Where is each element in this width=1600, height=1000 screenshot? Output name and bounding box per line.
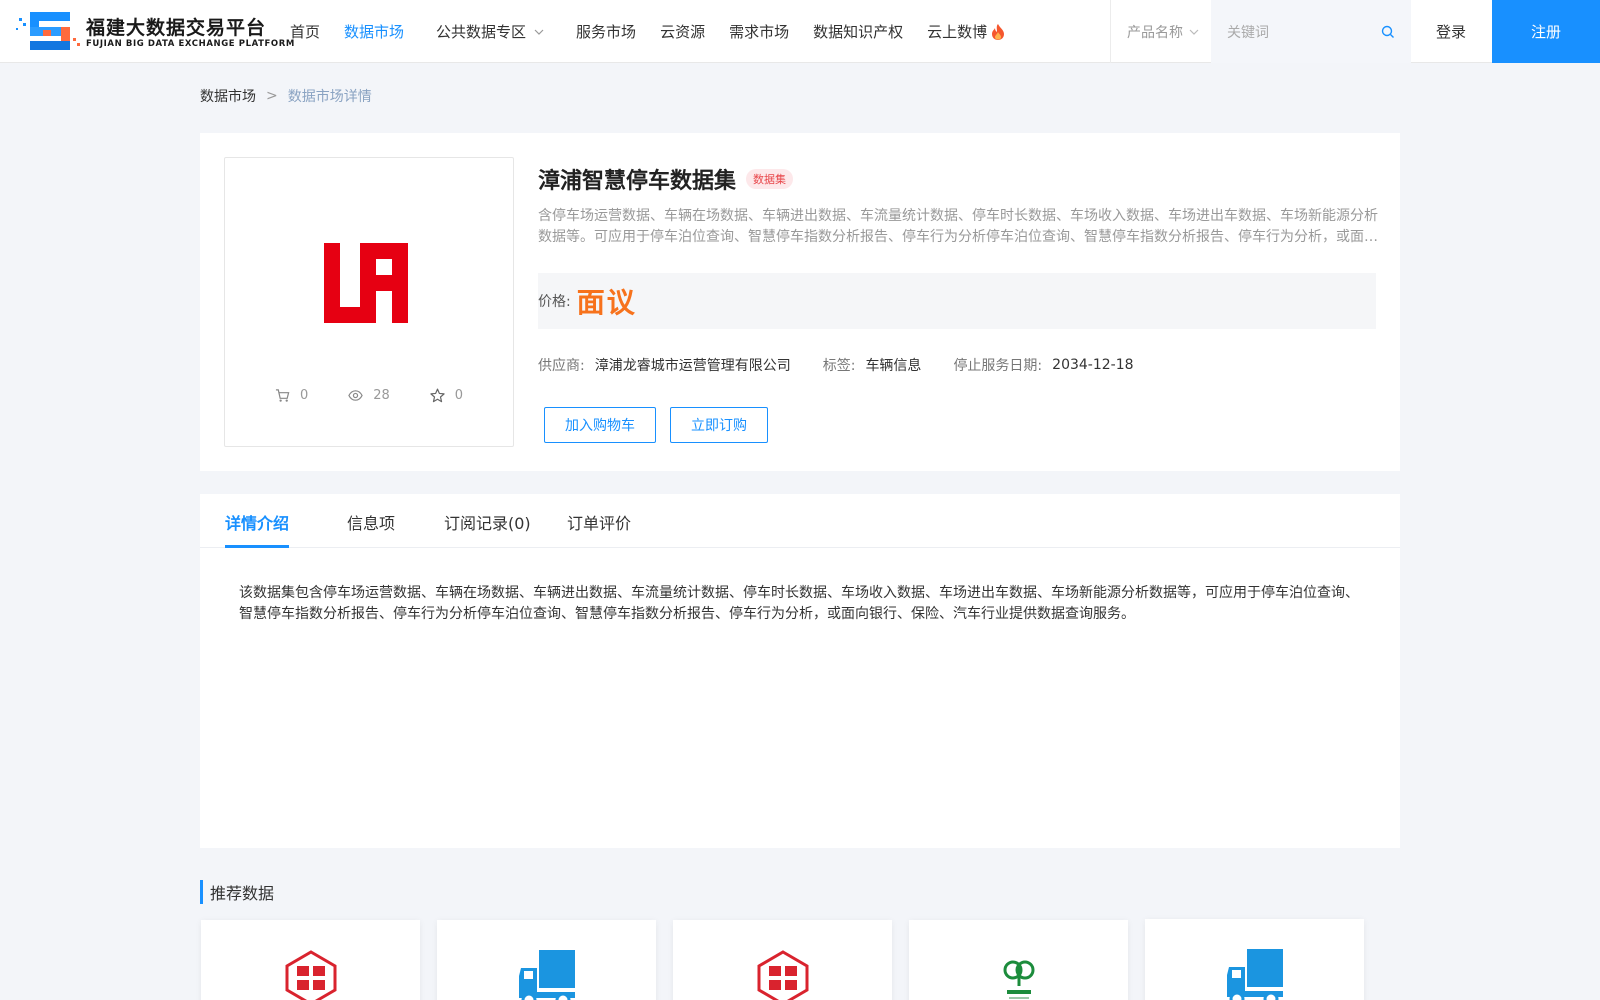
logo-title-cn: 福建大数据交易平台 bbox=[86, 17, 267, 39]
search-box bbox=[1211, 0, 1411, 63]
favorite-count: 0 bbox=[454, 388, 463, 403]
red-seal-logo-icon bbox=[757, 950, 808, 1000]
nav-home[interactable]: 首页 bbox=[290, 21, 320, 42]
recommend-card[interactable] bbox=[1145, 919, 1364, 1000]
eye-icon bbox=[348, 390, 363, 401]
breadcrumb-separator: > bbox=[266, 88, 278, 104]
nav-cloud-resource[interactable]: 云资源 bbox=[660, 21, 705, 42]
cart-count: 0 bbox=[299, 388, 309, 403]
tag-value: 车辆信息 bbox=[865, 358, 922, 374]
register-button[interactable]: 注册 bbox=[1492, 0, 1600, 63]
star-icon bbox=[430, 388, 445, 403]
supplier-value: 漳浦龙睿城市运营管理有限公司 bbox=[594, 358, 791, 374]
blue-truck-icon bbox=[1226, 949, 1283, 1000]
site-logo[interactable]: 福建大数据交易平台 FUJIAN BIG DATA EXCHANGE PLATF… bbox=[16, 8, 294, 54]
nav-data-market-label: 数据市场 bbox=[344, 23, 405, 41]
product-description: 含停车场运营数据、车辆在场数据、车辆进出数据、车流量统计数据、停车时长数据、车场… bbox=[538, 208, 1378, 245]
recommend-card[interactable] bbox=[909, 920, 1128, 1000]
nav-data-market[interactable]: 数据市场 bbox=[344, 21, 404, 42]
price-label: 价格: bbox=[538, 294, 571, 310]
nav-data-ip[interactable]: 数据知识产权 bbox=[813, 21, 903, 42]
search-area: 产品名称 bbox=[1110, 0, 1411, 63]
favorite-stat[interactable]: 0 bbox=[430, 388, 463, 403]
active-tab-indicator bbox=[225, 545, 289, 548]
detail-tabs: 详情介绍 信息项 订阅记录(0) 订单评价 bbox=[200, 494, 1400, 548]
nav-public-data-label: 公共数据专区 bbox=[436, 23, 527, 41]
nav-home-label: 首页 bbox=[290, 23, 321, 41]
product-stats: 0 28 0 bbox=[225, 388, 513, 403]
price-value: 面议 bbox=[576, 286, 637, 319]
nav-cloud-expo[interactable]: 云上数博 bbox=[927, 21, 1005, 42]
tab-subscriptions[interactable]: 订阅记录(0) bbox=[444, 510, 531, 534]
chevron-down-icon bbox=[534, 29, 544, 35]
cart-stat: 0 bbox=[275, 388, 308, 403]
tab-detail[interactable]: 详情介绍 bbox=[225, 510, 289, 534]
search-category-label: 产品名称 bbox=[1127, 24, 1183, 41]
recommend-title: 推荐数据 bbox=[200, 880, 274, 904]
blue-truck-icon bbox=[518, 950, 575, 1000]
main-nav: 首页 数据市场 公共数据专区 服务市场 云资源 需求市场 数据知识产权 云上数博 bbox=[290, 0, 1029, 63]
detail-card: 详情介绍 信息项 订阅记录(0) 订单评价 该数据集包含停车场运营数据、车辆在场… bbox=[200, 494, 1400, 848]
search-category-select[interactable]: 产品名称 bbox=[1111, 0, 1211, 63]
product-type-badge: 数据集 bbox=[746, 169, 794, 189]
product-meta: 供应商: 漳浦龙睿城市运营管理有限公司 标签: 车辆信息 停止服务日期: 203… bbox=[538, 355, 1166, 375]
cart-icon bbox=[275, 389, 290, 402]
tab-order-reviews[interactable]: 订单评价 bbox=[567, 510, 631, 534]
chevron-down-icon bbox=[1189, 29, 1199, 35]
nav-cloud-expo-label: 云上数博 bbox=[927, 23, 988, 41]
view-count: 28 bbox=[373, 388, 390, 403]
red-seal-logo-icon bbox=[285, 950, 336, 1000]
nav-data-ip-label: 数据知识产权 bbox=[813, 23, 904, 41]
order-now-button[interactable]: 立即订购 bbox=[670, 407, 768, 443]
logo-mark-icon bbox=[16, 12, 80, 50]
nav-service-market[interactable]: 服务市场 bbox=[576, 21, 636, 42]
action-buttons: 加入购物车 立即订购 bbox=[544, 407, 768, 443]
nav-service-market-label: 服务市场 bbox=[576, 23, 637, 41]
tab-info-items[interactable]: 信息项 bbox=[347, 510, 395, 534]
stop-date-label: 停止服务日期: bbox=[953, 358, 1043, 374]
recommend-card[interactable] bbox=[437, 920, 656, 1000]
view-stat: 28 bbox=[348, 388, 390, 403]
nav-public-data[interactable]: 公共数据专区 bbox=[436, 21, 544, 42]
add-to-cart-button[interactable]: 加入购物车 bbox=[544, 407, 656, 443]
fire-icon bbox=[992, 23, 1005, 40]
product-card: 0 28 0 漳浦智慧停车数据集 数据集 含停车场运营数据、车辆在场数据、车辆进… bbox=[200, 133, 1400, 471]
supplier-label: 供应商: bbox=[538, 358, 585, 374]
login-button[interactable]: 登录 bbox=[1410, 0, 1492, 63]
logo-title-en: FUJIAN BIG DATA EXCHANGE PLATFORM bbox=[86, 39, 295, 49]
price-row: 价格: 面议 bbox=[538, 273, 1376, 329]
top-header: 福建大数据交易平台 FUJIAN BIG DATA EXCHANGE PLATF… bbox=[0, 0, 1600, 63]
nav-cloud-resource-label: 云资源 bbox=[660, 23, 706, 41]
product-title: 漳浦智慧停车数据集 bbox=[538, 169, 737, 194]
recommend-card[interactable] bbox=[673, 920, 892, 1000]
supplier-logo-icon bbox=[324, 243, 408, 323]
nav-demand-market[interactable]: 需求市场 bbox=[729, 21, 789, 42]
recommend-card[interactable] bbox=[201, 920, 420, 1000]
nav-demand-market-label: 需求市场 bbox=[729, 23, 790, 41]
breadcrumb-current: 数据市场详情 bbox=[287, 89, 372, 105]
search-input[interactable] bbox=[1227, 23, 1377, 40]
detail-description: 该数据集包含停车场运营数据、车辆在场数据、车辆进出数据、车流量统计数据、停车时长… bbox=[239, 585, 1359, 622]
search-icon[interactable] bbox=[1381, 25, 1395, 39]
breadcrumb: 数据市场 > 数据市场详情 bbox=[200, 86, 372, 106]
green-tree-logo-icon bbox=[1003, 960, 1034, 999]
stop-date-value: 2034-12-18 bbox=[1052, 357, 1134, 373]
product-thumbnail: 0 28 0 bbox=[224, 157, 514, 447]
tag-label: 标签: bbox=[822, 358, 856, 374]
breadcrumb-data-market[interactable]: 数据市场 bbox=[200, 86, 256, 106]
product-title-row: 漳浦智慧停车数据集 数据集 bbox=[538, 163, 794, 195]
